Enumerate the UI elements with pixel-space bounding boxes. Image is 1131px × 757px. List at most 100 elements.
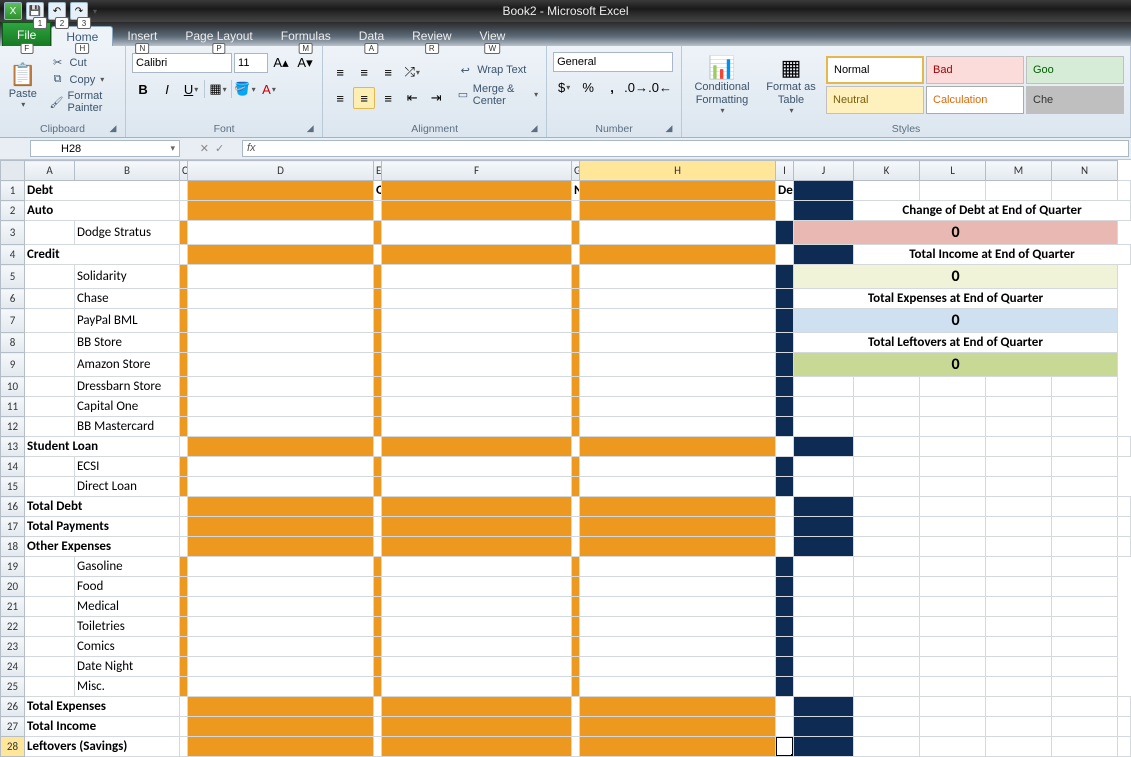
cell-K22[interactable] <box>854 617 920 637</box>
cell-M27[interactable] <box>1052 717 1118 737</box>
row-header-3[interactable]: 3 <box>1 221 25 245</box>
cell-E2[interactable] <box>382 201 572 221</box>
row-header-28[interactable]: 28 <box>1 737 25 757</box>
row-header-14[interactable]: 14 <box>1 457 25 477</box>
cell-M1[interactable] <box>1052 181 1118 201</box>
cell-C20[interactable] <box>180 577 188 597</box>
cell-style-calculation[interactable]: Calculation <box>926 86 1024 114</box>
row-header-2[interactable]: 2 <box>1 201 25 221</box>
cell-H18[interactable] <box>776 537 794 557</box>
cell-K26[interactable] <box>920 697 986 717</box>
cell-G14[interactable] <box>572 457 580 477</box>
excel-icon[interactable]: X <box>4 2 22 20</box>
align-top-button[interactable]: ≡ <box>329 61 351 83</box>
cell-M14[interactable] <box>986 457 1052 477</box>
cell-J9[interactable]: 0 <box>794 353 1118 377</box>
row-header-1[interactable]: 1 <box>1 181 25 201</box>
cell-N15[interactable] <box>1052 477 1118 497</box>
cell-M12[interactable] <box>986 417 1052 437</box>
cell-F22[interactable] <box>382 617 572 637</box>
cell-F18[interactable] <box>572 537 580 557</box>
cell-D6[interactable] <box>188 289 374 309</box>
cell-L19[interactable] <box>920 557 986 577</box>
cell-I22[interactable] <box>776 617 794 637</box>
col-header-D[interactable]: D <box>188 161 374 181</box>
cell-I21[interactable] <box>776 597 794 617</box>
cell-D16[interactable] <box>374 497 382 517</box>
row-header-4[interactable]: 4 <box>1 245 25 265</box>
cell-L17[interactable] <box>986 517 1052 537</box>
cell-E9[interactable] <box>374 353 382 377</box>
col-header-J[interactable]: J <box>794 161 854 181</box>
cell-I4[interactable] <box>794 245 854 265</box>
paste-button[interactable]: 📋 Paste ▾ <box>6 58 40 113</box>
cell-A3[interactable] <box>25 221 75 245</box>
cell-D21[interactable] <box>188 597 374 617</box>
col-header-B[interactable]: B <box>75 161 180 181</box>
decrease-indent-button[interactable]: ⇤ <box>401 87 423 109</box>
cell-G6[interactable] <box>572 289 580 309</box>
cell-N24[interactable] <box>1052 657 1118 677</box>
cell-K27[interactable] <box>920 717 986 737</box>
cell-G19[interactable] <box>572 557 580 577</box>
qat-save[interactable]: 💾1 <box>26 2 44 20</box>
font-launcher[interactable]: ◢ <box>304 123 316 135</box>
cell-G9[interactable] <box>572 353 580 377</box>
row-header-7[interactable]: 7 <box>1 309 25 333</box>
cell-F14[interactable] <box>382 457 572 477</box>
cell-F2[interactable] <box>572 201 580 221</box>
cell-M19[interactable] <box>986 557 1052 577</box>
cell-N22[interactable] <box>1052 617 1118 637</box>
font-color-button[interactable]: A▾ <box>258 78 280 100</box>
col-header-K[interactable]: K <box>854 161 920 181</box>
formula-input[interactable]: fx <box>242 140 1129 157</box>
cell-D19[interactable] <box>188 557 374 577</box>
row-header-25[interactable]: 25 <box>1 677 25 697</box>
cell-H20[interactable] <box>580 577 776 597</box>
cell-E3[interactable] <box>374 221 382 245</box>
cell-D15[interactable] <box>188 477 374 497</box>
row-header-9[interactable]: 9 <box>1 353 25 377</box>
cell-C12[interactable] <box>180 417 188 437</box>
cell-D1[interactable]: October <box>374 181 382 201</box>
cell-J7[interactable]: 0 <box>794 309 1118 333</box>
cell-A14[interactable] <box>25 457 75 477</box>
align-middle-button[interactable]: ≡ <box>353 61 375 83</box>
cell-G28[interactable] <box>580 737 776 757</box>
align-left-button[interactable]: ≡ <box>329 87 351 109</box>
cell-B5[interactable]: Solidarity <box>75 265 180 289</box>
cell-M26[interactable] <box>1052 697 1118 717</box>
cell-G4[interactable] <box>580 245 776 265</box>
cell-J19[interactable] <box>794 557 854 577</box>
cell-C26[interactable] <box>188 697 374 717</box>
cell-B7[interactable]: PayPal BML <box>75 309 180 333</box>
cell-J16[interactable] <box>854 497 920 517</box>
col-header-A[interactable]: A <box>25 161 75 181</box>
cell-A20[interactable] <box>25 577 75 597</box>
cell-E15[interactable] <box>374 477 382 497</box>
percent-format-button[interactable]: % <box>577 76 599 98</box>
cell-F10[interactable] <box>382 377 572 397</box>
cell-B21[interactable]: Medical <box>75 597 180 617</box>
cell-B22[interactable]: Toiletries <box>75 617 180 637</box>
font-size-input[interactable] <box>234 53 268 73</box>
tab-formulas[interactable]: FormulasM <box>267 26 345 46</box>
col-header-F[interactable]: F <box>382 161 572 181</box>
cell-H4[interactable] <box>776 245 794 265</box>
cell-E27[interactable] <box>382 717 572 737</box>
cell-I3[interactable] <box>776 221 794 245</box>
cell-C10[interactable] <box>180 377 188 397</box>
cell-style-good[interactable]: Goo <box>1026 56 1124 84</box>
cell-B27[interactable] <box>180 717 188 737</box>
cell-B3[interactable]: Dodge Stratus <box>75 221 180 245</box>
cell-E11[interactable] <box>374 397 382 417</box>
cell-F26[interactable] <box>572 697 580 717</box>
cell-M10[interactable] <box>986 377 1052 397</box>
cell-E23[interactable] <box>374 637 382 657</box>
cell-G27[interactable] <box>580 717 776 737</box>
cell-F9[interactable] <box>382 353 572 377</box>
cell-A5[interactable] <box>25 265 75 289</box>
cell-N20[interactable] <box>1052 577 1118 597</box>
cell-M17[interactable] <box>1052 517 1118 537</box>
grow-font-button[interactable]: A▴ <box>270 52 292 74</box>
